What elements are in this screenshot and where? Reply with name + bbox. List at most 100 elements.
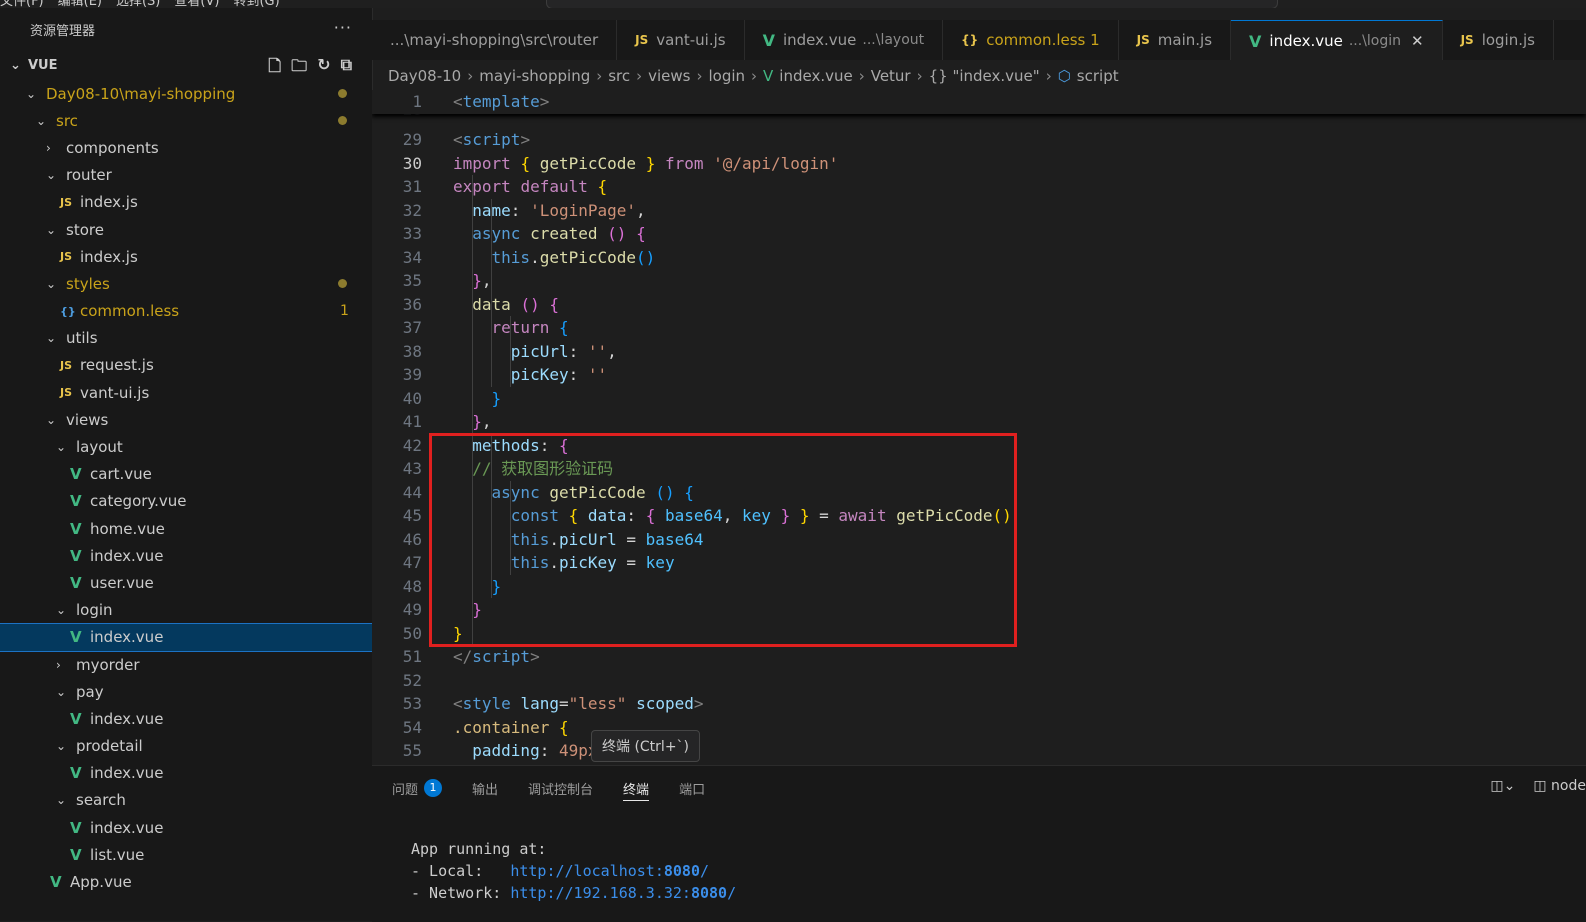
panel-tab[interactable]: 输出 [472, 776, 498, 800]
code-line[interactable]: 32 name: 'LoginPage', [372, 199, 1586, 223]
editor-tab[interactable]: {} common.less 1 [943, 20, 1119, 60]
tree-file[interactable]: JS index.js [0, 189, 372, 216]
breadcrumb-item[interactable]: script [1077, 67, 1119, 85]
split-terminal-icon[interactable]: ◫⌄ [1490, 778, 1515, 794]
breadcrumb-item[interactable]: mayi-shopping [479, 67, 590, 85]
new-folder-icon[interactable]: 🗀 [291, 55, 307, 82]
tree-file[interactable]: Vcategory.vue [0, 488, 372, 515]
code-line[interactable]: 36 data () { [372, 293, 1586, 317]
code-line[interactable]: 55 padding: 49px [372, 739, 1586, 763]
close-icon[interactable]: ✕ [1411, 32, 1424, 50]
tree-folder[interactable]: ⌄ login [0, 597, 372, 624]
workspace-section[interactable]: ⌄ VUE 🗋 🗀 ↻ ⧉ [0, 50, 372, 80]
tree-file[interactable]: {} common.less 1 [0, 298, 372, 325]
tree-folder[interactable]: ⌄ router [0, 162, 372, 189]
tree-item-label: components [66, 138, 159, 157]
tree-file[interactable]: JS request.js [0, 352, 372, 379]
breadcrumb-item[interactable]: {} "index.vue" [929, 67, 1040, 85]
tree-file[interactable]: Vuser.vue [0, 569, 372, 596]
tree-file[interactable]: V App.vue [0, 868, 372, 895]
vue-file-icon: V [70, 818, 82, 837]
panel-tab[interactable]: 端口 [679, 776, 705, 800]
collapse-all-icon[interactable]: ⧉ [341, 55, 352, 82]
menu-item[interactable]: 查看(V) [174, 0, 219, 8]
editor-tab[interactable]: JS main.js [1119, 20, 1232, 60]
code-line[interactable]: 40 } [372, 387, 1586, 411]
code-line[interactable]: 30 import { getPicCode } from '@/api/logi… [372, 152, 1586, 176]
tree-file[interactable]: Vcart.vue [0, 461, 372, 488]
tree-file[interactable]: Vindex.vue [0, 814, 372, 841]
more-actions-icon[interactable]: ··· [334, 18, 352, 37]
breadcrumb-item[interactable]: views [648, 67, 690, 85]
code-editor[interactable]: 281<template>29<script>30import { getPic… [372, 90, 1586, 765]
tree-folder[interactable]: › myorder [0, 651, 372, 678]
menu-item[interactable]: 文件(F) [0, 0, 44, 8]
code-line[interactable]: 54 .container { [372, 716, 1586, 740]
tree-file[interactable]: Vindex.vue [0, 542, 372, 569]
tree-file[interactable]: Vhome.vue [0, 515, 372, 542]
panel-tab[interactable]: 调试控制台 [528, 776, 593, 800]
breadcrumb-item[interactable]: Day08-10 [388, 67, 461, 85]
sticky-scroll-line[interactable]: 1 <template> [372, 90, 1586, 114]
tree-file[interactable]: Vindex.vue [0, 760, 372, 787]
tree-folder[interactable]: ⌄ store [0, 216, 372, 243]
tree-folder[interactable]: ⌄ prodetail [0, 733, 372, 760]
tree-item-label: list.vue [90, 845, 145, 864]
terminal-output[interactable]: App running at: - Local: http://localhos… [411, 838, 736, 904]
tree-file[interactable]: JS vant-ui.js [0, 379, 372, 406]
code-line[interactable]: 33 async created () { [372, 222, 1586, 246]
breadcrumb-item[interactable]: src [608, 67, 630, 85]
refresh-icon[interactable]: ↻ [317, 55, 330, 82]
tree-folder[interactable]: ⌄ utils [0, 325, 372, 352]
line-number: 1 [412, 92, 422, 111]
tree-folder[interactable]: ⌄ views [0, 406, 372, 433]
tree-file[interactable]: JS index.js [0, 243, 372, 270]
tree-folder[interactable]: ⌄ src [0, 107, 372, 134]
panel-tab[interactable]: 问题 1 [392, 776, 443, 800]
panel-tab[interactable]: 终端 [623, 776, 650, 801]
menu-item[interactable]: 编辑(E) [58, 0, 102, 8]
editor-tab[interactable]: Vindex.vue ...\login ✕ [1231, 20, 1443, 60]
editor-tab[interactable]: Vindex.vue ...\layout [745, 20, 944, 60]
menu-item[interactable]: 转到(G) [233, 0, 279, 8]
tree-folder[interactable]: ⌄ styles [0, 270, 372, 297]
code-line[interactable]: 38 picUrl: '', [372, 340, 1586, 364]
code-line[interactable]: 51 </script> [372, 645, 1586, 669]
menu-item[interactable]: 选择(S) [116, 0, 160, 8]
editor-tab[interactable]: JS login.js [1443, 20, 1554, 60]
code-line[interactable]: 41 }, [372, 410, 1586, 434]
network-url-link[interactable]: http://192.168.3.32:8080/ [510, 884, 736, 902]
tab-label: login.js [1481, 31, 1535, 49]
terminal-instance[interactable]: ◫ node [1533, 778, 1586, 794]
tree-file[interactable]: Vindex.vue [0, 622, 372, 652]
tree-file[interactable]: Vindex.vue [0, 705, 372, 732]
problem-count-badge: 1 [340, 303, 349, 320]
code-line[interactable]: 31 export default { [372, 175, 1586, 199]
tree-folder[interactable]: › components [0, 134, 372, 161]
breadcrumb-item[interactable]: login [708, 67, 745, 85]
tree-folder[interactable]: ⌄ search [0, 787, 372, 814]
tree-folder[interactable]: ⌄ pay [0, 678, 372, 705]
tree-file[interactable]: Vlist.vue [0, 841, 372, 868]
new-file-icon[interactable]: 🗋 [268, 55, 281, 82]
command-center[interactable] [546, 0, 1278, 8]
breadcrumb-item[interactable]: Vetur [871, 67, 911, 85]
tree-folder[interactable]: ⌄ layout [0, 433, 372, 460]
code-line[interactable]: 39 picKey: '' [372, 363, 1586, 387]
code-line[interactable]: 37 return { [372, 316, 1586, 340]
tree-folder[interactable]: ⌄ Day08-10 \mayi-shopping [0, 80, 372, 107]
code-line[interactable]: 1 <template> [372, 90, 1586, 114]
code-line[interactable]: 35 }, [372, 269, 1586, 293]
code-line[interactable]: 29 <script> [372, 128, 1586, 152]
code-line[interactable]: 52 [372, 669, 1586, 693]
editor-tab[interactable]: ...\mayi-shopping\src\router [372, 20, 618, 60]
chevron-down-icon: ⌄ [36, 113, 47, 128]
workspace-name: VUE [28, 57, 58, 73]
breadcrumb-item[interactable]: index.vue [779, 67, 852, 85]
code-line[interactable]: 34 this.getPicCode() [372, 246, 1586, 270]
editor-tab[interactable]: JS vant-ui.js [617, 20, 745, 60]
vue-file-icon: V [70, 709, 82, 728]
nav-arrows[interactable]: ← → [478, 0, 504, 5]
local-url-link[interactable]: http://localhost:8080/ [510, 862, 709, 880]
code-line[interactable]: 53 <style lang="less" scoped> [372, 692, 1586, 716]
